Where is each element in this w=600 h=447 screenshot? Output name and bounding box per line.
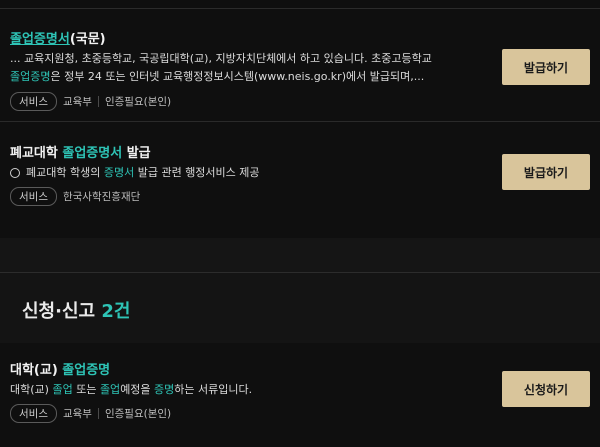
auth-label: 인증필요(본인) xyxy=(104,96,172,108)
title-highlight: 졸업증명 xyxy=(62,363,111,378)
result-meta-2: 서비스 한국사학진흥재단 xyxy=(10,187,140,206)
result-desc-3: 대학(교) 졸업 또는 졸업예정을 증명하는 서류입니다. xyxy=(10,383,253,396)
section-count: 2건 xyxy=(101,301,131,322)
bullet-circle-icon xyxy=(10,168,20,178)
result-title-2[interactable]: 폐교대학 졸업증명서 발급 xyxy=(10,142,151,161)
title-highlight[interactable]: 졸업증명서 xyxy=(10,32,70,47)
result-meta-3: 서비스 교육부 인증필요(본인) xyxy=(10,404,171,423)
result-title-1[interactable]: 졸업증명서(국문) xyxy=(10,28,106,47)
service-tag: 서비스 xyxy=(10,404,57,423)
agency-label: 한국사학진흥재단 xyxy=(62,191,141,203)
result-meta-1: 서비스 교육부 인증필요(본인) xyxy=(10,92,171,111)
section-header: 신청·신고 2건 xyxy=(0,272,600,343)
agency-label: 교육부 xyxy=(62,96,92,108)
service-tag: 서비스 xyxy=(10,92,57,111)
section-gap xyxy=(0,238,600,272)
auth-label: 인증필요(본인) xyxy=(104,408,172,420)
result-desc-1: ... 교육지원청, 초중등학교, 국공립대학(교), 지방자치단체에서 하고 … xyxy=(10,52,432,83)
issue-button-1[interactable]: 발급하기 xyxy=(502,49,590,85)
result-card-3: 대학(교) 졸업증명 대학(교) 졸업 또는 졸업예정을 증명하는 서류입니다.… xyxy=(0,343,600,447)
section-title: 신청·신고 2건 xyxy=(22,301,131,322)
result-title-3[interactable]: 대학(교) 졸업증명 xyxy=(10,359,110,378)
result-card-2: 폐교대학 졸업증명서 발급 폐교대학 학생의 증명서 발급 관련 행정서비스 제… xyxy=(0,122,600,238)
result-card-1: 졸업증명서(국문) ... 교육지원청, 초중등학교, 국공립대학(교), 지방… xyxy=(0,0,600,120)
title-highlight: 졸업증명서 xyxy=(62,146,123,161)
meta-separator xyxy=(97,408,99,419)
result-desc-2: 폐교대학 학생의 증명서 발급 관련 행정서비스 제공 xyxy=(10,164,492,182)
apply-button[interactable]: 신청하기 xyxy=(502,371,590,407)
agency-label: 교육부 xyxy=(62,408,92,420)
meta-separator xyxy=(97,96,99,107)
issue-button-2[interactable]: 발급하기 xyxy=(502,154,590,190)
service-tag: 서비스 xyxy=(10,187,57,206)
search-results-page: 졸업증명서(국문) ... 교육지원청, 초중등학교, 국공립대학(교), 지방… xyxy=(0,0,600,447)
